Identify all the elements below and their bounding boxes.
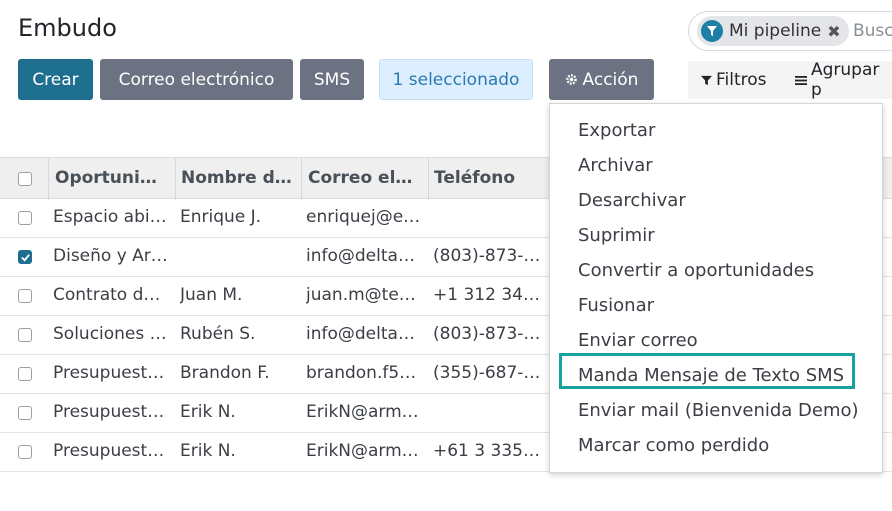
menu-item[interactable]: Archivar — [578, 155, 653, 176]
list-icon — [795, 75, 807, 86]
table-cell: (803)-873-… — [433, 324, 541, 344]
table-cell: info@delta… — [306, 324, 415, 344]
table-cell: Rubén S. — [180, 324, 256, 344]
table-cell: Erik N. — [180, 441, 236, 461]
funnel-icon — [701, 75, 712, 86]
menu-item[interactable]: Convertir a oportunidades — [578, 260, 814, 281]
table-cell: enriquej@el… — [306, 207, 424, 227]
row-checkbox[interactable] — [18, 289, 32, 303]
table-cell: Presupuest… — [53, 402, 165, 422]
page-title: Embudo — [18, 14, 117, 42]
search-facet: Mi pipeline ✖ — [697, 16, 849, 46]
column-header-opportunity[interactable]: Oportunid… — [55, 168, 167, 188]
select-all-checkbox[interactable] — [18, 172, 32, 186]
row-checkbox[interactable] — [18, 367, 32, 381]
table-cell: +1 312 349 2… — [433, 285, 547, 305]
column-header-email[interactable]: Correo ele… — [308, 168, 422, 188]
menu-item[interactable]: Enviar correo — [578, 330, 698, 351]
table-cell: ErikN@arm… — [306, 441, 419, 461]
menu-item[interactable]: Enviar mail (Bienvenida Demo) — [578, 400, 859, 421]
group-by-label: Agrupar p — [811, 60, 880, 100]
table-cell: Brandon F. — [180, 363, 270, 383]
table-cell: ErikN@arm… — [306, 402, 419, 422]
filters-label: Filtros — [716, 70, 767, 90]
menu-item[interactable]: Fusionar — [578, 295, 654, 316]
menu-item[interactable]: Marcar como perdido — [578, 435, 769, 456]
table-cell: Presupuest… — [53, 363, 165, 383]
table-cell: juan.m@te… — [306, 285, 416, 305]
create-button[interactable]: Crear — [18, 59, 93, 100]
table-cell: Enrique J. — [180, 207, 262, 227]
table-cell: Juan M. — [180, 285, 243, 305]
column-header-phone[interactable]: Teléfono — [434, 168, 544, 188]
menu-item[interactable]: Desarchivar — [578, 190, 686, 211]
search-input[interactable]: Busc — [853, 21, 892, 41]
table-cell: Diseño y Ar… — [53, 246, 168, 266]
selection-count-badge: 1 seleccionado — [379, 59, 533, 100]
table-cell: Espacio abi… — [53, 207, 167, 227]
table-cell: Contrato d… — [53, 285, 161, 305]
table-row-partial — [0, 472, 892, 511]
table-cell: +61 3 3355 … — [433, 441, 547, 461]
filter-icon — [701, 20, 723, 42]
table-cell: brandon.f5… — [306, 363, 417, 383]
sms-button[interactable]: SMS — [300, 59, 364, 100]
group-by-button[interactable]: Agrupar p — [795, 60, 892, 100]
action-button-label: Acción — [582, 69, 639, 90]
menu-item[interactable]: Exportar — [578, 120, 655, 141]
table-cell: (355)-687-… — [433, 363, 541, 383]
table-cell: Soluciones … — [53, 324, 167, 344]
table-cell: (803)-873-… — [433, 246, 541, 266]
column-header-contact-name[interactable]: Nombre de… — [181, 168, 295, 188]
row-checkbox[interactable] — [18, 328, 32, 342]
filters-button[interactable]: Filtros — [701, 61, 767, 99]
facet-label: Mi pipeline — [729, 21, 822, 41]
row-checkbox[interactable] — [18, 250, 32, 264]
table-cell: Presupuest… — [53, 441, 165, 461]
row-checkbox[interactable] — [18, 445, 32, 459]
menu-item[interactable]: Suprimir — [578, 225, 655, 246]
action-button[interactable]: Acción — [549, 59, 654, 100]
row-checkbox[interactable] — [18, 406, 32, 420]
table-cell: info@delta… — [306, 246, 415, 266]
table-cell: Erik N. — [180, 402, 236, 422]
action-dropdown-menu: Exportar Archivar Desarchivar Suprimir Conve… — [549, 103, 883, 473]
close-icon[interactable]: ✖ — [827, 22, 840, 41]
gear-icon — [565, 73, 578, 86]
email-button[interactable]: Correo electrónico — [100, 59, 293, 100]
row-checkbox[interactable] — [18, 211, 32, 225]
highlight-box — [559, 353, 855, 389]
search-bar[interactable]: Mi pipeline ✖ Busc — [688, 11, 892, 51]
